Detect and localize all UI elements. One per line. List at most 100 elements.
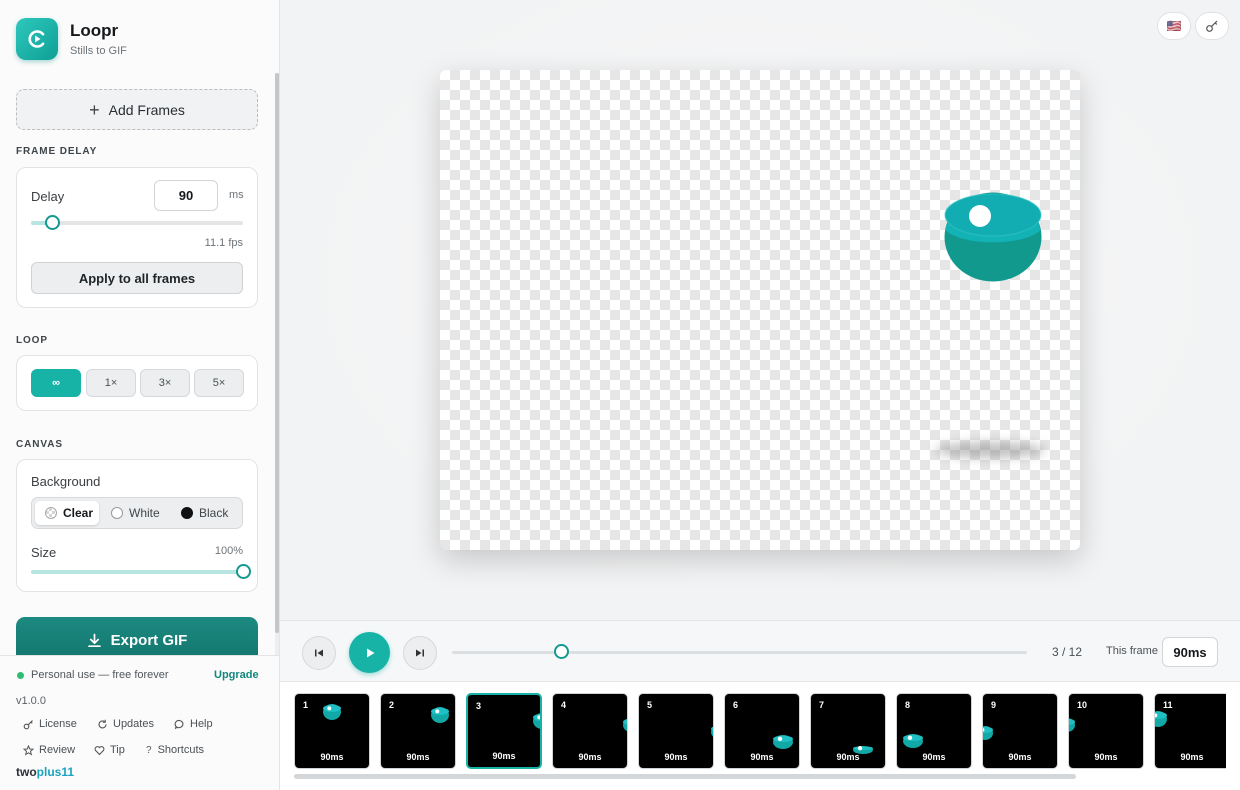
heart-icon — [94, 745, 105, 755]
previous-frame-button[interactable] — [302, 636, 336, 670]
black-swatch-icon — [181, 507, 193, 519]
help-link[interactable]: Help — [174, 718, 213, 730]
frame-thumbnail[interactable]: 3 90ms — [466, 693, 542, 769]
ball-sprite — [944, 192, 1042, 282]
this-frame-delay-input[interactable]: 90ms — [1162, 637, 1218, 667]
skip-forward-icon — [416, 649, 424, 657]
background-white-option[interactable]: White — [111, 501, 173, 525]
frame-number: 8 — [905, 700, 911, 710]
delay-slider-thumb[interactable] — [44, 215, 60, 230]
loop-3x-button[interactable]: 3× — [140, 369, 190, 397]
loop-infinite-button[interactable]: ∞ — [31, 369, 81, 397]
delay-input[interactable]: 90 — [154, 180, 218, 211]
license-label: License — [39, 718, 77, 730]
timeline-scrubber-track[interactable] — [452, 651, 1027, 654]
next-frame-button[interactable] — [403, 636, 437, 670]
frame-number: 10 — [1077, 700, 1088, 710]
size-label: Size — [31, 545, 57, 560]
loop-5x-button[interactable]: 5× — [194, 369, 244, 397]
frame-thumbnail[interactable]: 10 90ms — [1068, 693, 1144, 769]
shortcuts-link[interactable]: ? Shortcuts — [146, 744, 204, 756]
review-link[interactable]: Review — [23, 744, 75, 756]
frame-delay: 90ms — [836, 752, 860, 762]
background-clear-label: Clear — [63, 506, 94, 520]
background-clear-option[interactable]: Clear — [35, 501, 99, 525]
frame-thumbnail[interactable]: 6 90ms — [724, 693, 800, 769]
filmstrip: 1 90ms 2 90ms 3 90ms 4 90ms 5 90ms 6 90ms 7 90ms 8 90ms… — [280, 682, 1240, 790]
app-tagline: Stills to GIF — [70, 45, 127, 57]
canvas-title: CANVAS — [16, 439, 63, 450]
sidebar-scrollbar-thumb[interactable] — [275, 73, 279, 633]
tip-label: Tip — [110, 744, 125, 756]
add-frames-button[interactable]: + Add Frames — [16, 89, 258, 130]
canvas-card: Background Clear White Black Size 100% — [16, 459, 258, 592]
size-slider-thumb[interactable] — [235, 564, 251, 579]
tip-link[interactable]: Tip — [94, 744, 125, 756]
this-frame-label: This frame — [1106, 645, 1158, 657]
frame-number: 11 — [1163, 700, 1173, 710]
language-button[interactable]: 🇺🇸 — [1157, 12, 1191, 40]
size-slider-fill — [31, 570, 243, 574]
frame-delay: 90ms — [578, 752, 602, 762]
frame-thumbnail[interactable]: 1 90ms — [294, 693, 370, 769]
frame-thumbnail[interactable]: 5 90ms — [638, 693, 714, 769]
frame-delay: 90ms — [492, 751, 516, 761]
filmstrip-frames: 1 90ms 2 90ms 3 90ms 4 90ms 5 90ms 6 90ms 7 90ms 8 90ms… — [294, 692, 1226, 772]
timeline-scrubber-thumb[interactable] — [553, 644, 569, 659]
loopr-logo-icon — [16, 18, 58, 60]
fps-readout: 11.1 fps — [204, 237, 243, 249]
frame-delay-card: Delay 90 ms 11.1 fps Apply to all frames — [16, 167, 258, 308]
background-segmented-control: Clear White Black — [31, 497, 243, 529]
transparent-swatch-icon — [45, 507, 57, 519]
upgrade-link[interactable]: Upgrade — [214, 669, 259, 681]
frame-thumbnail[interactable]: 8 90ms — [896, 693, 972, 769]
updates-link[interactable]: Updates — [97, 718, 154, 730]
plus-icon: + — [89, 99, 100, 120]
frame-delay: 90ms — [320, 752, 344, 762]
chat-bubble-icon — [174, 719, 184, 729]
skip-back-icon — [315, 649, 323, 657]
frame-thumbnail[interactable]: 7 90ms — [810, 693, 886, 769]
question-mark-icon: ? — [146, 744, 152, 756]
frame-number: 1 — [303, 700, 309, 710]
frame-thumbnail[interactable]: 4 90ms — [552, 693, 628, 769]
license-key-button[interactable] — [1195, 12, 1229, 40]
frame-number: 9 — [991, 700, 997, 710]
license-link[interactable]: License — [23, 718, 77, 730]
frame-thumbnail[interactable]: 2 90ms — [380, 693, 456, 769]
shortcuts-label: Shortcuts — [157, 744, 205, 756]
background-label: Background — [31, 474, 101, 489]
frame-counter: 3 / 12 — [1052, 645, 1083, 659]
loop-1x-button[interactable]: 1× — [86, 369, 136, 397]
us-flag-icon: 🇺🇸 — [1166, 19, 1182, 33]
delay-slider-track[interactable] — [31, 221, 243, 225]
sidebar-footer: Personal use — free forever Upgrade v1.0… — [0, 655, 279, 790]
background-white-label: White — [129, 506, 160, 520]
frame-number: 2 — [389, 700, 395, 710]
play-button[interactable] — [349, 632, 390, 673]
loop-title: LOOP — [16, 335, 48, 346]
frame-delay: 90ms — [750, 752, 774, 762]
playback-controls: 3 / 12 This frame 90ms — [280, 620, 1240, 682]
frame-delay: 90ms — [1180, 752, 1204, 762]
canvas-preview — [440, 70, 1080, 550]
key-icon — [23, 719, 33, 729]
frame-delay: 90ms — [406, 752, 430, 762]
add-frames-label: Add Frames — [108, 101, 185, 118]
frame-delay: 90ms — [664, 752, 688, 762]
frame-number: 5 — [647, 700, 653, 710]
filmstrip-scrollbar[interactable] — [294, 774, 1076, 779]
frame-thumbnail[interactable]: 11 90ms — [1154, 693, 1226, 769]
updates-label: Updates — [113, 718, 154, 730]
maker-logo[interactable]: twoplus11 — [16, 765, 74, 779]
ball-shadow — [935, 442, 1045, 458]
play-icon — [366, 648, 374, 657]
preview-area: 🇺🇸 — [280, 0, 1240, 620]
refresh-icon — [98, 719, 107, 728]
apply-to-all-button[interactable]: Apply to all frames — [31, 262, 243, 294]
export-gif-label: Export GIF — [110, 631, 188, 649]
background-black-option[interactable]: Black — [181, 501, 241, 525]
sidebar: Loopr Stills to GIF + Add Frames FRAME D… — [0, 0, 280, 790]
frame-thumbnail[interactable]: 9 90ms — [982, 693, 1058, 769]
size-slider-track[interactable] — [31, 570, 243, 574]
